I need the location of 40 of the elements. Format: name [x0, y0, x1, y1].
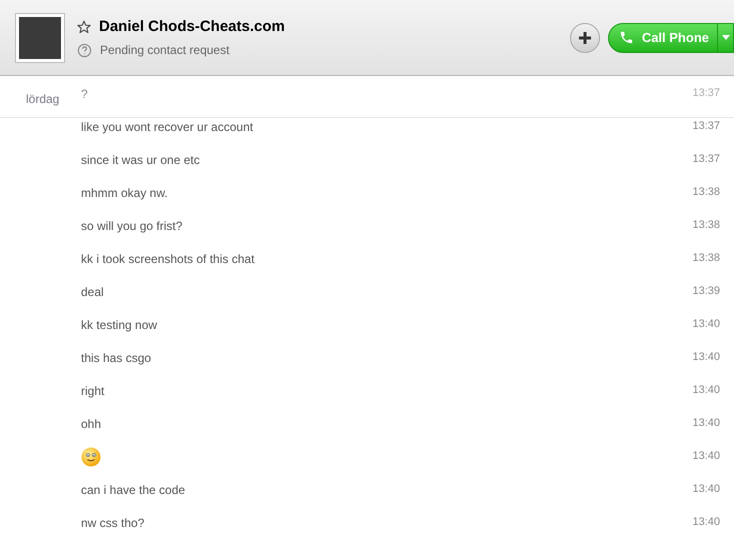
message-time: 13:40: [692, 317, 720, 332]
message-text: kk i took screenshots of this chat: [81, 250, 254, 268]
message-time: 13:38: [692, 218, 720, 234]
call-phone-button[interactable]: Call Phone: [608, 24, 717, 52]
contact-name: Daniel Chods-Cheats.com: [99, 16, 285, 37]
message-time: 13:37: [692, 152, 720, 168]
message-time: 13:40: [692, 350, 720, 366]
message-text: ?: [81, 86, 88, 102]
message-time: 13:40: [692, 449, 720, 464]
message-text: since it was ur one etc: [81, 152, 200, 168]
contact-status: Pending contact request: [100, 42, 230, 60]
message-time: 13:40: [692, 383, 720, 398]
message-text: deal: [81, 284, 104, 300]
message-time: 13:38: [692, 185, 720, 200]
message-time: 13:39: [692, 284, 720, 300]
call-options-dropdown[interactable]: [717, 24, 733, 52]
add-button[interactable]: [570, 22, 600, 52]
message-text: nw css tho?: [81, 514, 144, 532]
message-time: 13:40: [692, 515, 720, 530]
message-text: this has csgo: [81, 350, 152, 366]
message-text: ohh: [81, 416, 102, 432]
message-time: 13:37: [692, 119, 720, 134]
message-text: can i have the code: [81, 482, 186, 498]
message-time: 13:37: [692, 86, 720, 102]
plus-icon: [578, 30, 592, 44]
message-text: right: [81, 382, 104, 400]
message-text: kk testing now: [81, 316, 158, 334]
message-text: like you wont recover ur account: [81, 118, 254, 136]
message-text: mhmm okay nw.: [81, 184, 168, 202]
smiley-emoticon-icon: [81, 446, 101, 466]
phone-icon: [618, 30, 634, 45]
message-time: 13:40: [692, 482, 720, 498]
date-divider: lördag: [26, 90, 60, 108]
question-bubble-icon: [77, 42, 92, 58]
caret-icon: [722, 35, 730, 40]
avatar-photo-placeholder: [16, 14, 64, 62]
star-icon[interactable]: [77, 20, 91, 34]
message-time: 13:38: [692, 251, 720, 266]
message-text: so will you go frist?: [81, 218, 182, 234]
message-time: 13:40: [692, 416, 720, 432]
